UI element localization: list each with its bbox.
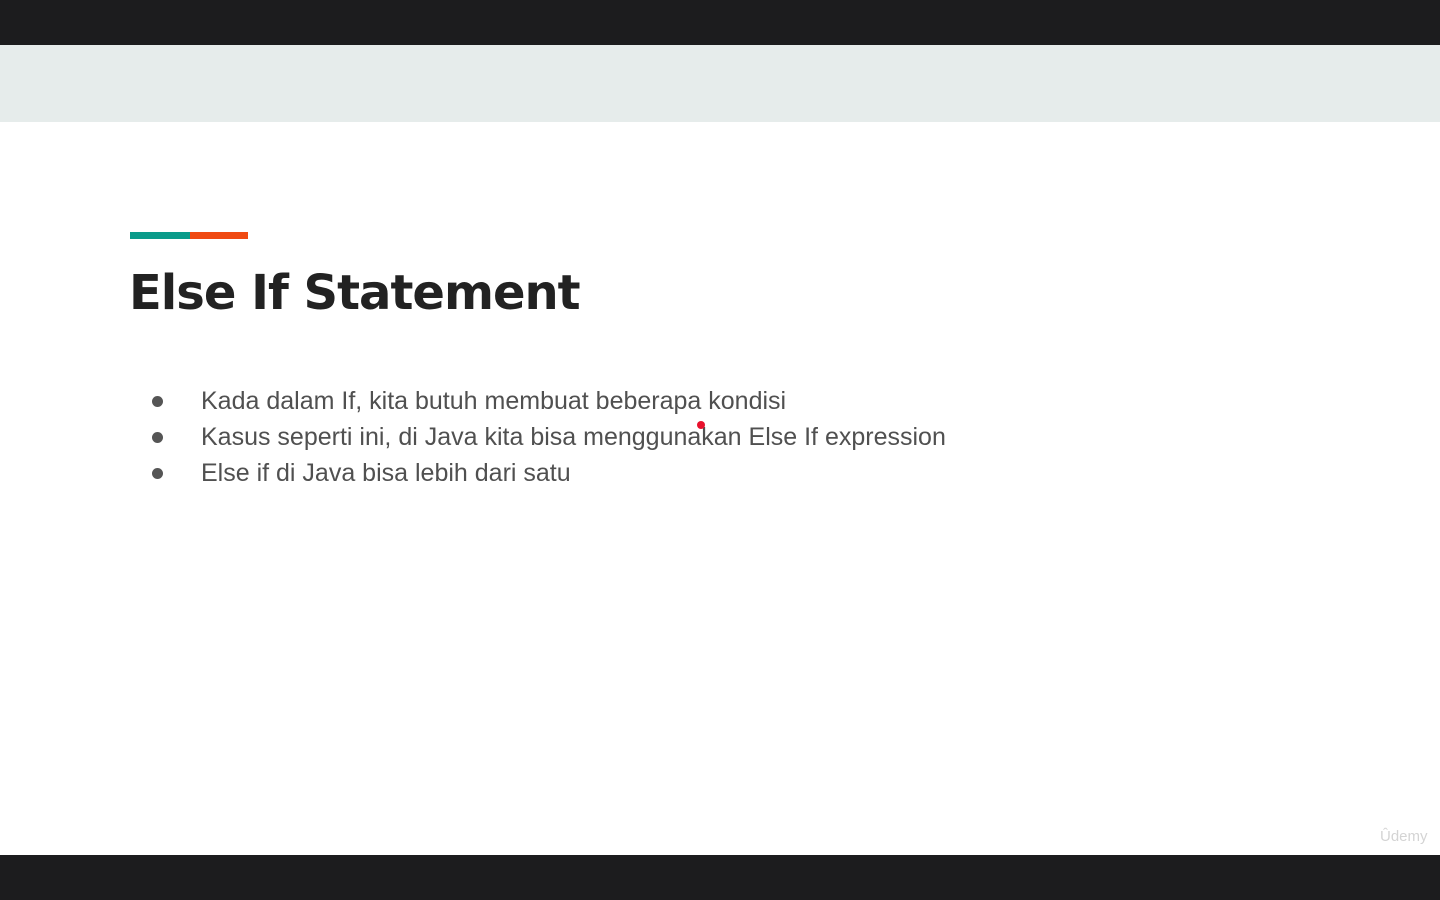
laser-pointer-dot xyxy=(697,421,705,429)
bullet-dot-icon xyxy=(152,467,163,479)
bullet-dot-icon xyxy=(152,395,163,407)
letterbox-top xyxy=(0,0,1440,45)
udemy-watermark: Ûdemy xyxy=(1380,828,1428,845)
bullet-text: Kasus seperti ini, di Java kita bisa men… xyxy=(201,422,946,451)
accent-orange-segment xyxy=(190,232,248,239)
bullet-list: Kada dalam If, kita butuh membuat bebera… xyxy=(150,383,946,491)
title-accent-bar xyxy=(130,232,248,239)
bullet-text: Else if di Java bisa lebih dari satu xyxy=(201,458,571,487)
accent-teal-segment xyxy=(130,232,190,239)
letterbox-bottom xyxy=(0,855,1440,900)
bullet-dot-icon xyxy=(152,431,163,443)
bullet-item: Else if di Java bisa lebih dari satu xyxy=(150,455,946,491)
bullet-item: Kada dalam If, kita butuh membuat bebera… xyxy=(150,383,946,419)
presentation-slide: Else If Statement Kada dalam If, kita bu… xyxy=(0,45,1440,855)
bullet-item: Kasus seperti ini, di Java kita bisa men… xyxy=(150,419,946,455)
slide-header-band xyxy=(0,45,1440,122)
slide-title: Else If Statement xyxy=(129,265,581,321)
bullet-text: Kada dalam If, kita butuh membuat bebera… xyxy=(201,386,787,415)
